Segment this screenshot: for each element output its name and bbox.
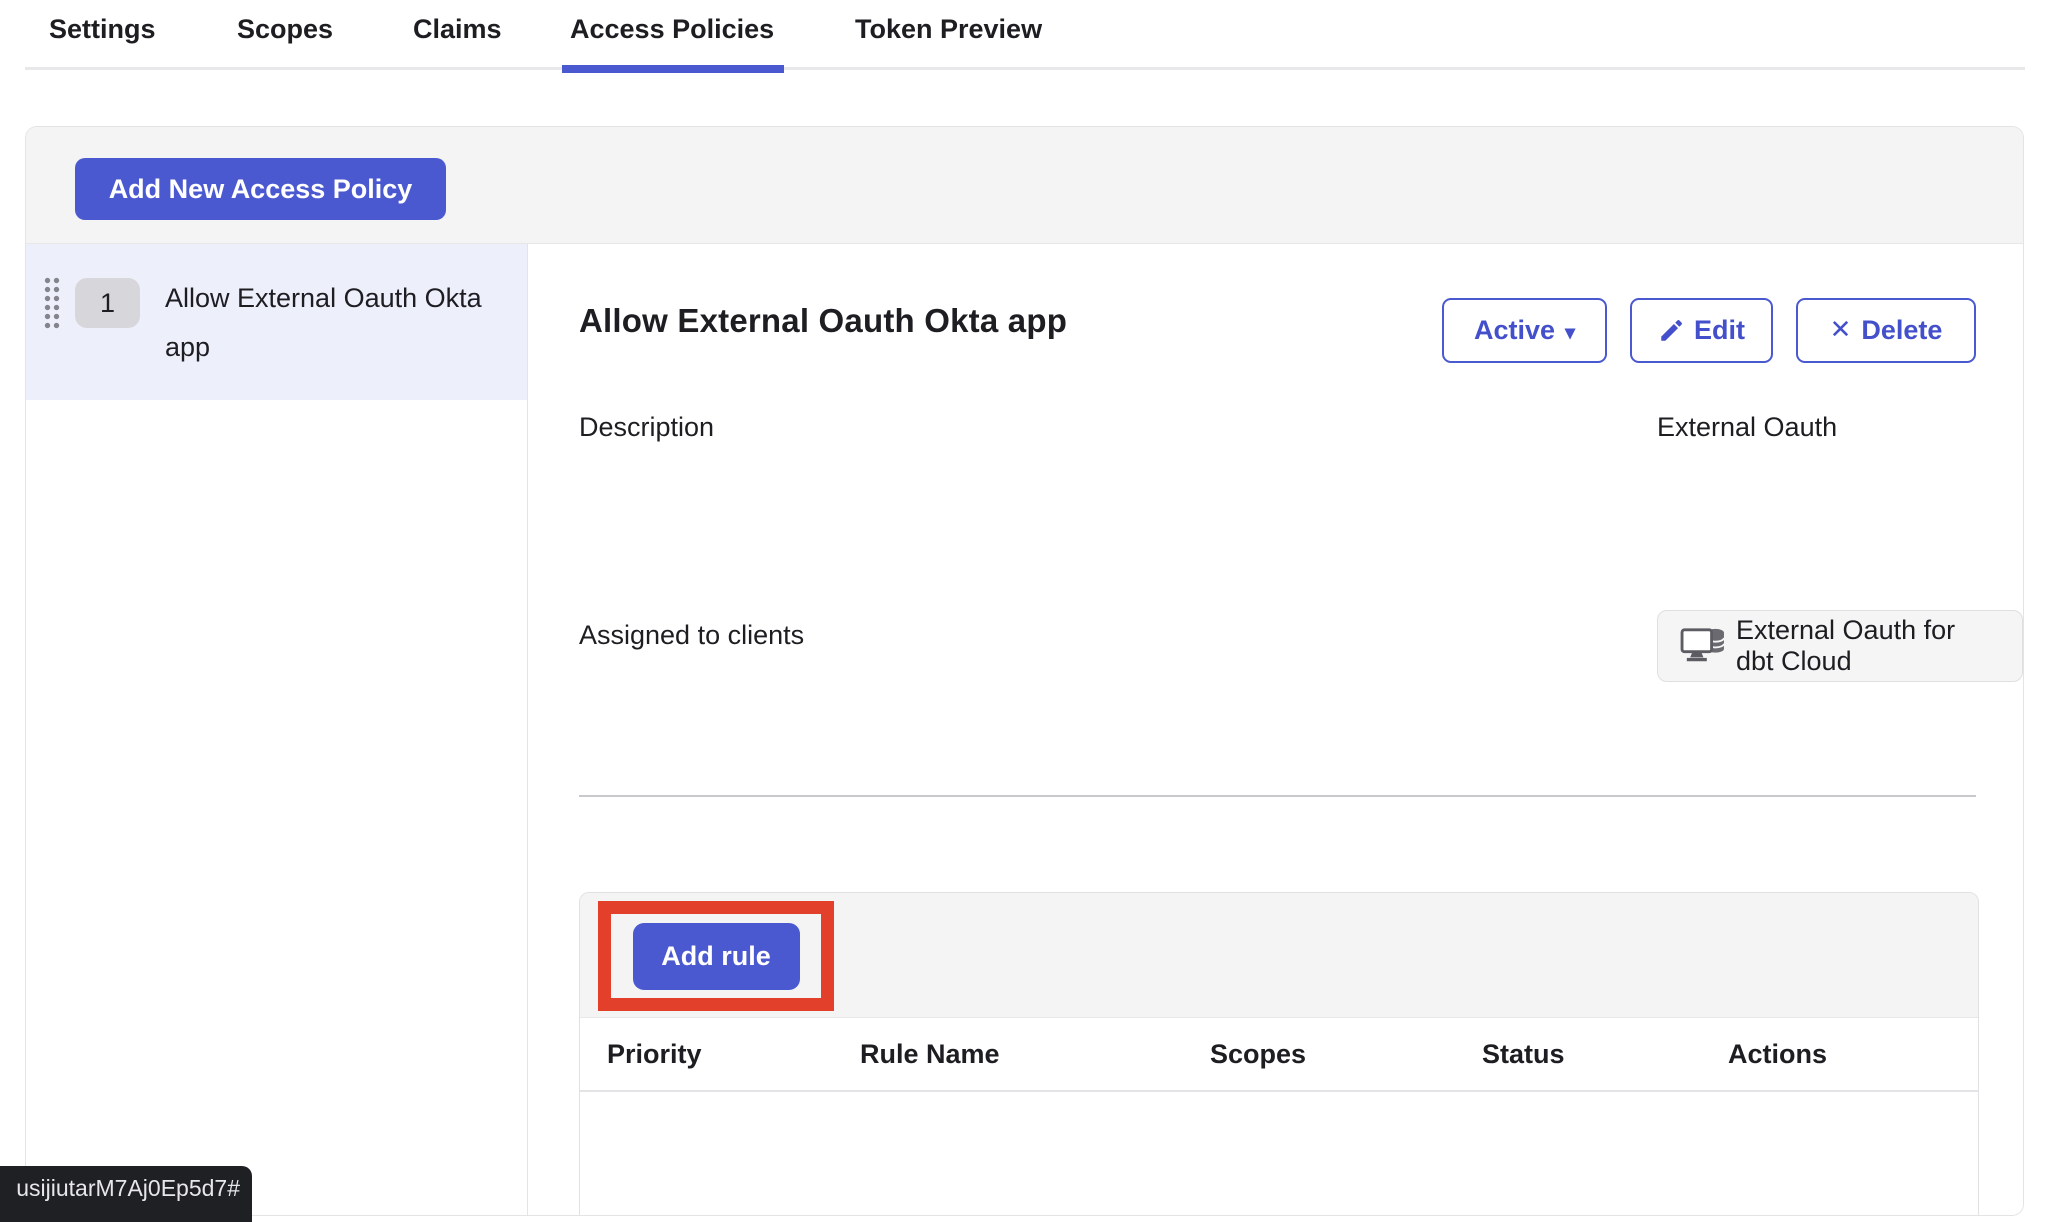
tab-scopes[interactable]: Scopes [237,14,333,70]
column-header-scopes: Scopes [1210,1039,1482,1070]
client-chip[interactable]: External Oauth for dbt Cloud [1657,610,2023,682]
tab-token-preview[interactable]: Token Preview [855,14,1042,70]
rules-panel: Add rule Priority Rule Name Scopes Statu… [579,892,1979,1216]
description-value: External Oauth [1657,412,1837,443]
edit-button[interactable]: Edit [1630,298,1773,363]
rules-toolbar: Add rule [580,893,1978,1018]
active-status-dropdown[interactable]: Active ▾ [1442,298,1607,363]
description-label: Description [579,412,714,443]
tab-settings[interactable]: Settings [49,14,156,70]
policy-name: Allow External Oauth Okta app [165,274,485,372]
policy-title: Allow External Oauth Okta app [579,302,1067,340]
highlight-box-annotation: Add rule [598,901,834,1011]
tab-claims[interactable]: Claims [413,14,502,70]
section-divider [579,795,1976,797]
edit-button-label: Edit [1694,315,1745,346]
add-rule-button[interactable]: Add rule [633,923,800,990]
link-preview-tooltip: usijiutarM7Aj0Ep5d7# [0,1166,252,1222]
caret-down-icon: ▾ [1565,320,1575,345]
client-app-icon [1680,626,1726,666]
x-icon: ✕ [1830,314,1852,345]
tab-access-policies[interactable]: Access Policies [570,14,774,70]
priority-badge: 1 [75,278,140,328]
delete-button[interactable]: ✕ Delete [1796,298,1976,363]
column-header-priority: Priority [607,1039,860,1070]
active-status-label: Active [1474,315,1555,346]
column-header-status: Status [1482,1039,1728,1070]
access-policies-card: Add New Access Policy 1 Allow External O… [25,126,2024,1216]
client-chip-label: External Oauth for dbt Cloud [1736,615,2000,677]
policy-list-item[interactable]: 1 Allow External Oauth Okta app [26,244,527,400]
column-header-rule-name: Rule Name [860,1039,1210,1070]
policy-sidebar: 1 Allow External Oauth Okta app [26,244,528,1215]
drag-handle-icon[interactable] [43,276,61,330]
column-header-actions: Actions [1728,1039,1978,1070]
policy-detail-panel: Allow External Oauth Okta app Active ▾ E… [529,244,2023,1215]
delete-button-label: Delete [1861,315,1942,346]
pencil-icon [1658,318,1684,344]
assigned-clients-label: Assigned to clients [579,620,804,651]
add-new-access-policy-button[interactable]: Add New Access Policy [75,158,446,220]
rules-table-header: Priority Rule Name Scopes Status Actions [580,1018,1978,1092]
card-toolbar: Add New Access Policy [26,127,2023,244]
rules-table-empty-body [580,1094,1978,1216]
tab-bar: Settings Scopes Claims Access Policies T… [25,0,2025,70]
